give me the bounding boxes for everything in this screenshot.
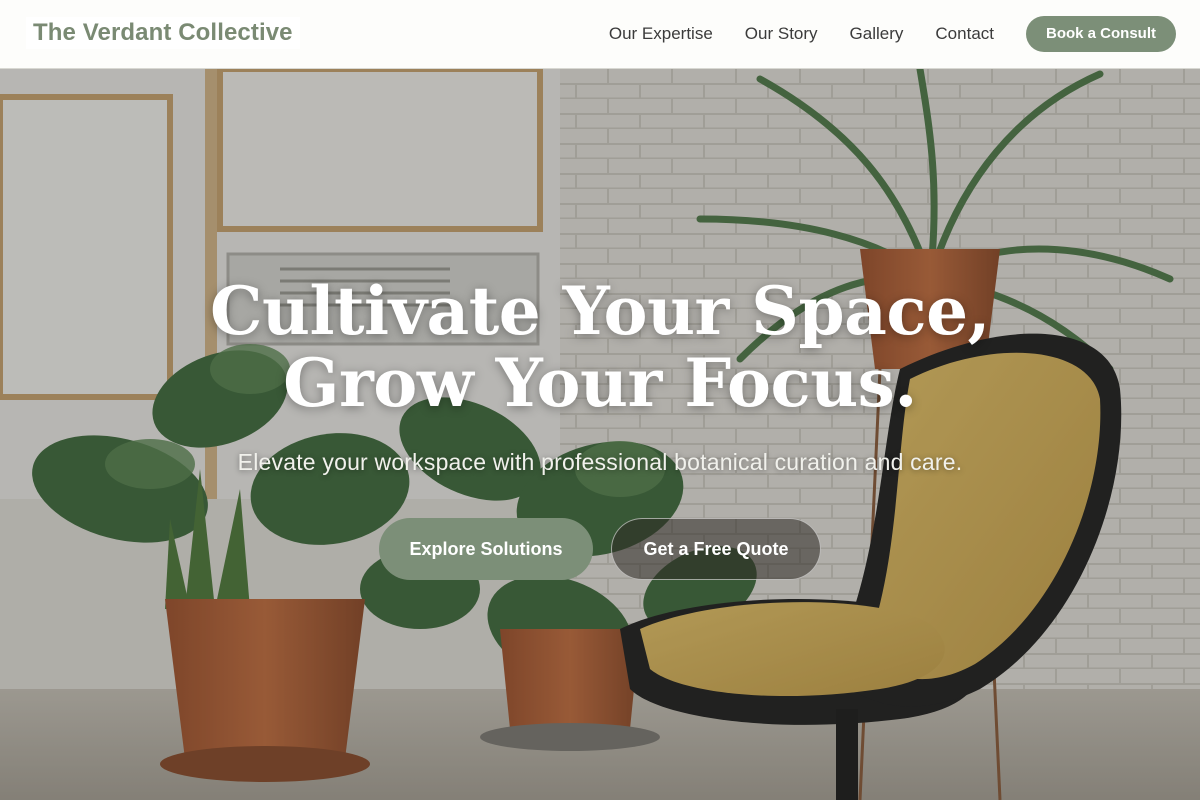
- explore-solutions-button[interactable]: Explore Solutions: [379, 518, 593, 580]
- hero-title-line-2: Grow Your Focus.: [283, 344, 917, 422]
- book-consult-button[interactable]: Book a Consult: [1026, 16, 1176, 52]
- hero-section: Cultivate Your Space, Grow Your Focus. E…: [0, 69, 1200, 800]
- nav-link-our-story[interactable]: Our Story: [745, 24, 818, 44]
- nav-link-gallery[interactable]: Gallery: [850, 24, 904, 44]
- hero-title: Cultivate Your Space, Grow Your Focus.: [0, 275, 1200, 419]
- nav-link-contact[interactable]: Contact: [935, 24, 994, 44]
- brand-logo[interactable]: The Verdant Collective: [26, 17, 300, 49]
- site-header: The Verdant Collective Our Expertise Our…: [0, 0, 1200, 69]
- main-nav: Our Expertise Our Story Gallery Contact: [609, 0, 994, 68]
- nav-link-our-expertise[interactable]: Our Expertise: [609, 24, 713, 44]
- get-free-quote-button[interactable]: Get a Free Quote: [611, 518, 821, 580]
- hero-actions: Explore Solutions Get a Free Quote: [0, 518, 1200, 580]
- hero-subtitle: Elevate your workspace with professional…: [237, 449, 963, 475]
- hero-title-line-1: Cultivate Your Space,: [209, 272, 991, 350]
- hero-content: Cultivate Your Space, Grow Your Focus. E…: [0, 275, 1200, 580]
